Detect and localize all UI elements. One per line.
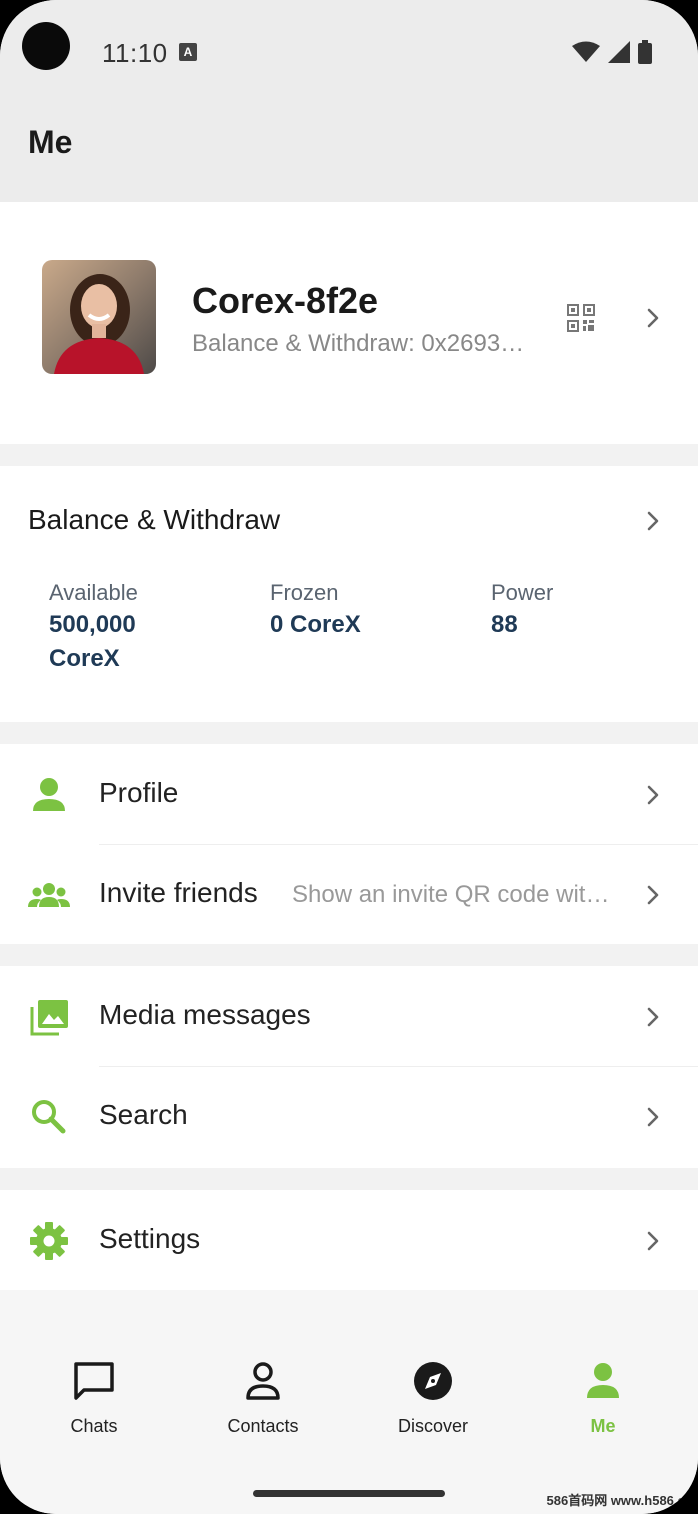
chevron-right-icon (647, 1007, 659, 1027)
nav-contacts[interactable]: Contacts (198, 1360, 328, 1437)
nav-label: Chats (70, 1416, 118, 1436)
chat-bubble-icon (74, 1362, 114, 1400)
stat-power: Power 88 (491, 580, 681, 642)
menu-item-media-messages[interactable]: Media messages (0, 966, 698, 1068)
menu-item-profile[interactable]: Profile (0, 744, 698, 846)
menu-label: Invite friends (99, 877, 258, 908)
user-balance-address: Balance & Withdraw: 0x2693… (192, 330, 525, 357)
compass-icon (414, 1362, 452, 1400)
home-indicator[interactable] (253, 1490, 445, 1497)
chevron-right-icon (647, 511, 659, 531)
chevron-right-icon (647, 885, 659, 905)
chevron-right-icon (647, 1231, 659, 1251)
stat-label: Power (491, 580, 554, 605)
phone-screen: 11:10 A Me Corex-8f2e Balance & Withdraw… (0, 0, 698, 1514)
stat-value: 500,000 CoreX (49, 611, 136, 672)
battery-icon (638, 40, 652, 64)
menu-label: Profile (99, 777, 179, 808)
nav-chats[interactable]: Chats (29, 1360, 159, 1437)
camera-cutout (22, 22, 70, 70)
stat-label: Available (49, 580, 138, 605)
stat-frozen: Frozen 0 CoreX (270, 580, 460, 642)
system-icons (572, 40, 652, 64)
watermark: 586首码网 www.h586.cc (546, 1493, 692, 1508)
nav-label: Discover (397, 1416, 468, 1436)
app-bar: Me (0, 100, 698, 202)
profile-card[interactable]: Corex-8f2e Balance & Withdraw: 0x2693… (0, 202, 698, 444)
person-outline-icon (246, 1362, 280, 1400)
balance-card[interactable]: Balance & Withdraw Available 500,000 Cor… (0, 466, 698, 722)
wifi-icon (572, 41, 600, 62)
status-time: 11:10 (102, 38, 168, 68)
person-filled-icon (587, 1363, 619, 1398)
stat-value: 88 (491, 611, 518, 638)
nav-label: Me (590, 1416, 616, 1436)
nav-me[interactable]: Me (538, 1360, 668, 1437)
stat-value: 0 CoreX (270, 611, 361, 638)
stat-label: Frozen (270, 580, 339, 605)
menu-item-settings[interactable]: Settings (0, 1190, 698, 1292)
qr-code-icon[interactable] (567, 304, 595, 332)
balance-title: Balance & Withdraw (28, 504, 281, 535)
chevron-right-icon (647, 1107, 659, 1127)
stat-available: Available 500,000 CoreX (49, 580, 239, 676)
menu-group-content: Media messages Search (0, 966, 698, 1168)
notification-badge: A (179, 43, 197, 61)
menu-group-account: Profile Invite friends Show an invite QR… (0, 744, 698, 944)
group-icon (28, 883, 70, 907)
person-icon (33, 778, 65, 811)
chevron-right-icon (647, 785, 659, 805)
chevron-right-icon (647, 308, 659, 328)
menu-label: Settings (99, 1223, 201, 1254)
search-icon (32, 1100, 66, 1134)
nav-label: Contacts (227, 1416, 299, 1436)
menu-group-settings: Settings (0, 1190, 698, 1290)
page-title: Me (28, 124, 73, 160)
gear-icon (30, 1222, 68, 1260)
menu-label: Search (99, 1099, 188, 1130)
photo-library-icon (30, 1000, 68, 1036)
signal-icon (608, 41, 630, 63)
nav-discover[interactable]: Discover (368, 1360, 498, 1437)
status-bar: 11:10 A (0, 0, 698, 100)
menu-item-invite-friends[interactable]: Invite friends Show an invite QR code wi… (0, 844, 698, 946)
menu-hint: Show an invite QR code wit… (292, 881, 610, 908)
user-name: Corex-8f2e (192, 280, 379, 321)
bottom-nav: Chats Contacts Discover Me (0, 1290, 698, 1514)
avatar-photo (42, 260, 156, 374)
menu-label: Media messages (99, 999, 311, 1030)
avatar[interactable] (42, 260, 156, 374)
menu-item-search[interactable]: Search (0, 1066, 698, 1168)
